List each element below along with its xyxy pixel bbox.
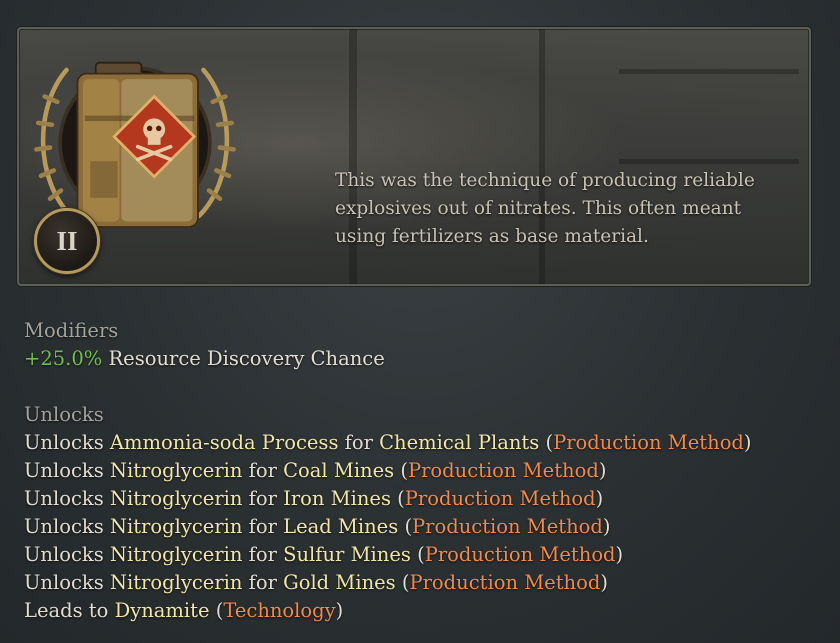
unlock-row: Unlocks Ammonia-soda Process for Chemica… [24,429,752,457]
paren-close: ) [598,459,607,482]
unlock-name[interactable]: Nitroglycerin [110,543,243,566]
technology-description: This was the technique of producing reli… [335,169,755,247]
unlock-name[interactable]: Nitroglycerin [110,515,243,538]
unlock-name[interactable]: Nitroglycerin [110,487,243,510]
background-shelf [619,159,799,164]
unlock-row: Unlocks Nitroglycerin for Iron Mines (Pr… [24,485,752,513]
unlock-prefix: Unlocks [24,571,104,594]
unlock-prefix: Unlocks [24,431,104,454]
paren-close: ) [600,571,608,594]
unlock-target[interactable]: Lead Mines [283,515,398,538]
background-shelf [619,69,799,74]
unlock-connector: for [248,459,277,482]
unlock-prefix: Unlocks [24,515,104,538]
unlock-connector: for [248,571,277,594]
unlock-target[interactable]: Gold Mines [283,571,396,594]
paren-open: ( [545,431,554,454]
leads-to-kind[interactable]: Technology [223,599,335,622]
paren-close: ) [595,487,604,510]
unlock-kind[interactable]: Production Method [553,431,744,454]
unlock-kind[interactable]: Production Method [408,459,599,482]
leads-to-name[interactable]: Dynamite [115,599,210,622]
modifiers-section: Modifiers +25.0% Resource Discovery Chan… [24,317,385,373]
modifier-label[interactable]: Resource Discovery Chance [109,347,385,370]
modifier-row: +25.0% Resource Discovery Chance [24,345,385,373]
unlock-target[interactable]: Coal Mines [283,459,394,482]
tier-numeral: II [56,225,78,256]
unlock-target[interactable]: Iron Mines [283,487,391,510]
unlock-row: Unlocks Nitroglycerin for Gold Mines (Pr… [24,569,752,597]
paren-close: ) [335,599,344,622]
unlock-target[interactable]: Chemical Plants [379,431,539,454]
leads-to-prefix: Leads to [24,599,109,622]
unlock-kind[interactable]: Production Method [405,487,596,510]
paren-open: ( [417,543,425,566]
unlocks-heading: Unlocks [24,403,104,426]
unlock-row: Unlocks Nitroglycerin for Sulfur Mines (… [24,541,752,569]
unlock-kind[interactable]: Production Method [412,515,603,538]
unlock-prefix: Unlocks [24,543,104,566]
unlock-name[interactable]: Ammonia-soda Process [110,431,339,454]
paren-close: ) [602,515,611,538]
unlock-target[interactable]: Sulfur Mines [283,543,411,566]
unlock-connector: for [248,487,277,510]
unlock-row: Unlocks Nitroglycerin for Coal Mines (Pr… [24,457,752,485]
modifiers-heading: Modifiers [24,319,119,342]
tier-badge: II [34,208,100,274]
unlock-prefix: Unlocks [24,487,104,510]
unlock-name[interactable]: Nitroglycerin [110,571,243,594]
unlock-connector: for [344,431,373,454]
unlock-connector: for [248,543,277,566]
modifier-value: +25.0% [24,347,103,370]
paren-open: ( [400,459,408,482]
paren-open: ( [404,515,413,538]
paren-close: ) [743,431,752,454]
unlock-kind[interactable]: Production Method [409,571,600,594]
unlock-row: Unlocks Nitroglycerin for Lead Mines (Pr… [24,513,752,541]
paren-close: ) [615,543,624,566]
leads-to-row: Leads to Dynamite (Technology) [24,597,752,625]
paren-open: ( [397,487,405,510]
unlocks-section: Unlocks Unlocks Ammonia-soda Process for… [24,401,752,625]
unlock-kind[interactable]: Production Method [425,543,616,566]
unlock-name[interactable]: Nitroglycerin [110,459,243,482]
unlock-prefix: Unlocks [24,459,104,482]
unlock-connector: for [248,515,277,538]
